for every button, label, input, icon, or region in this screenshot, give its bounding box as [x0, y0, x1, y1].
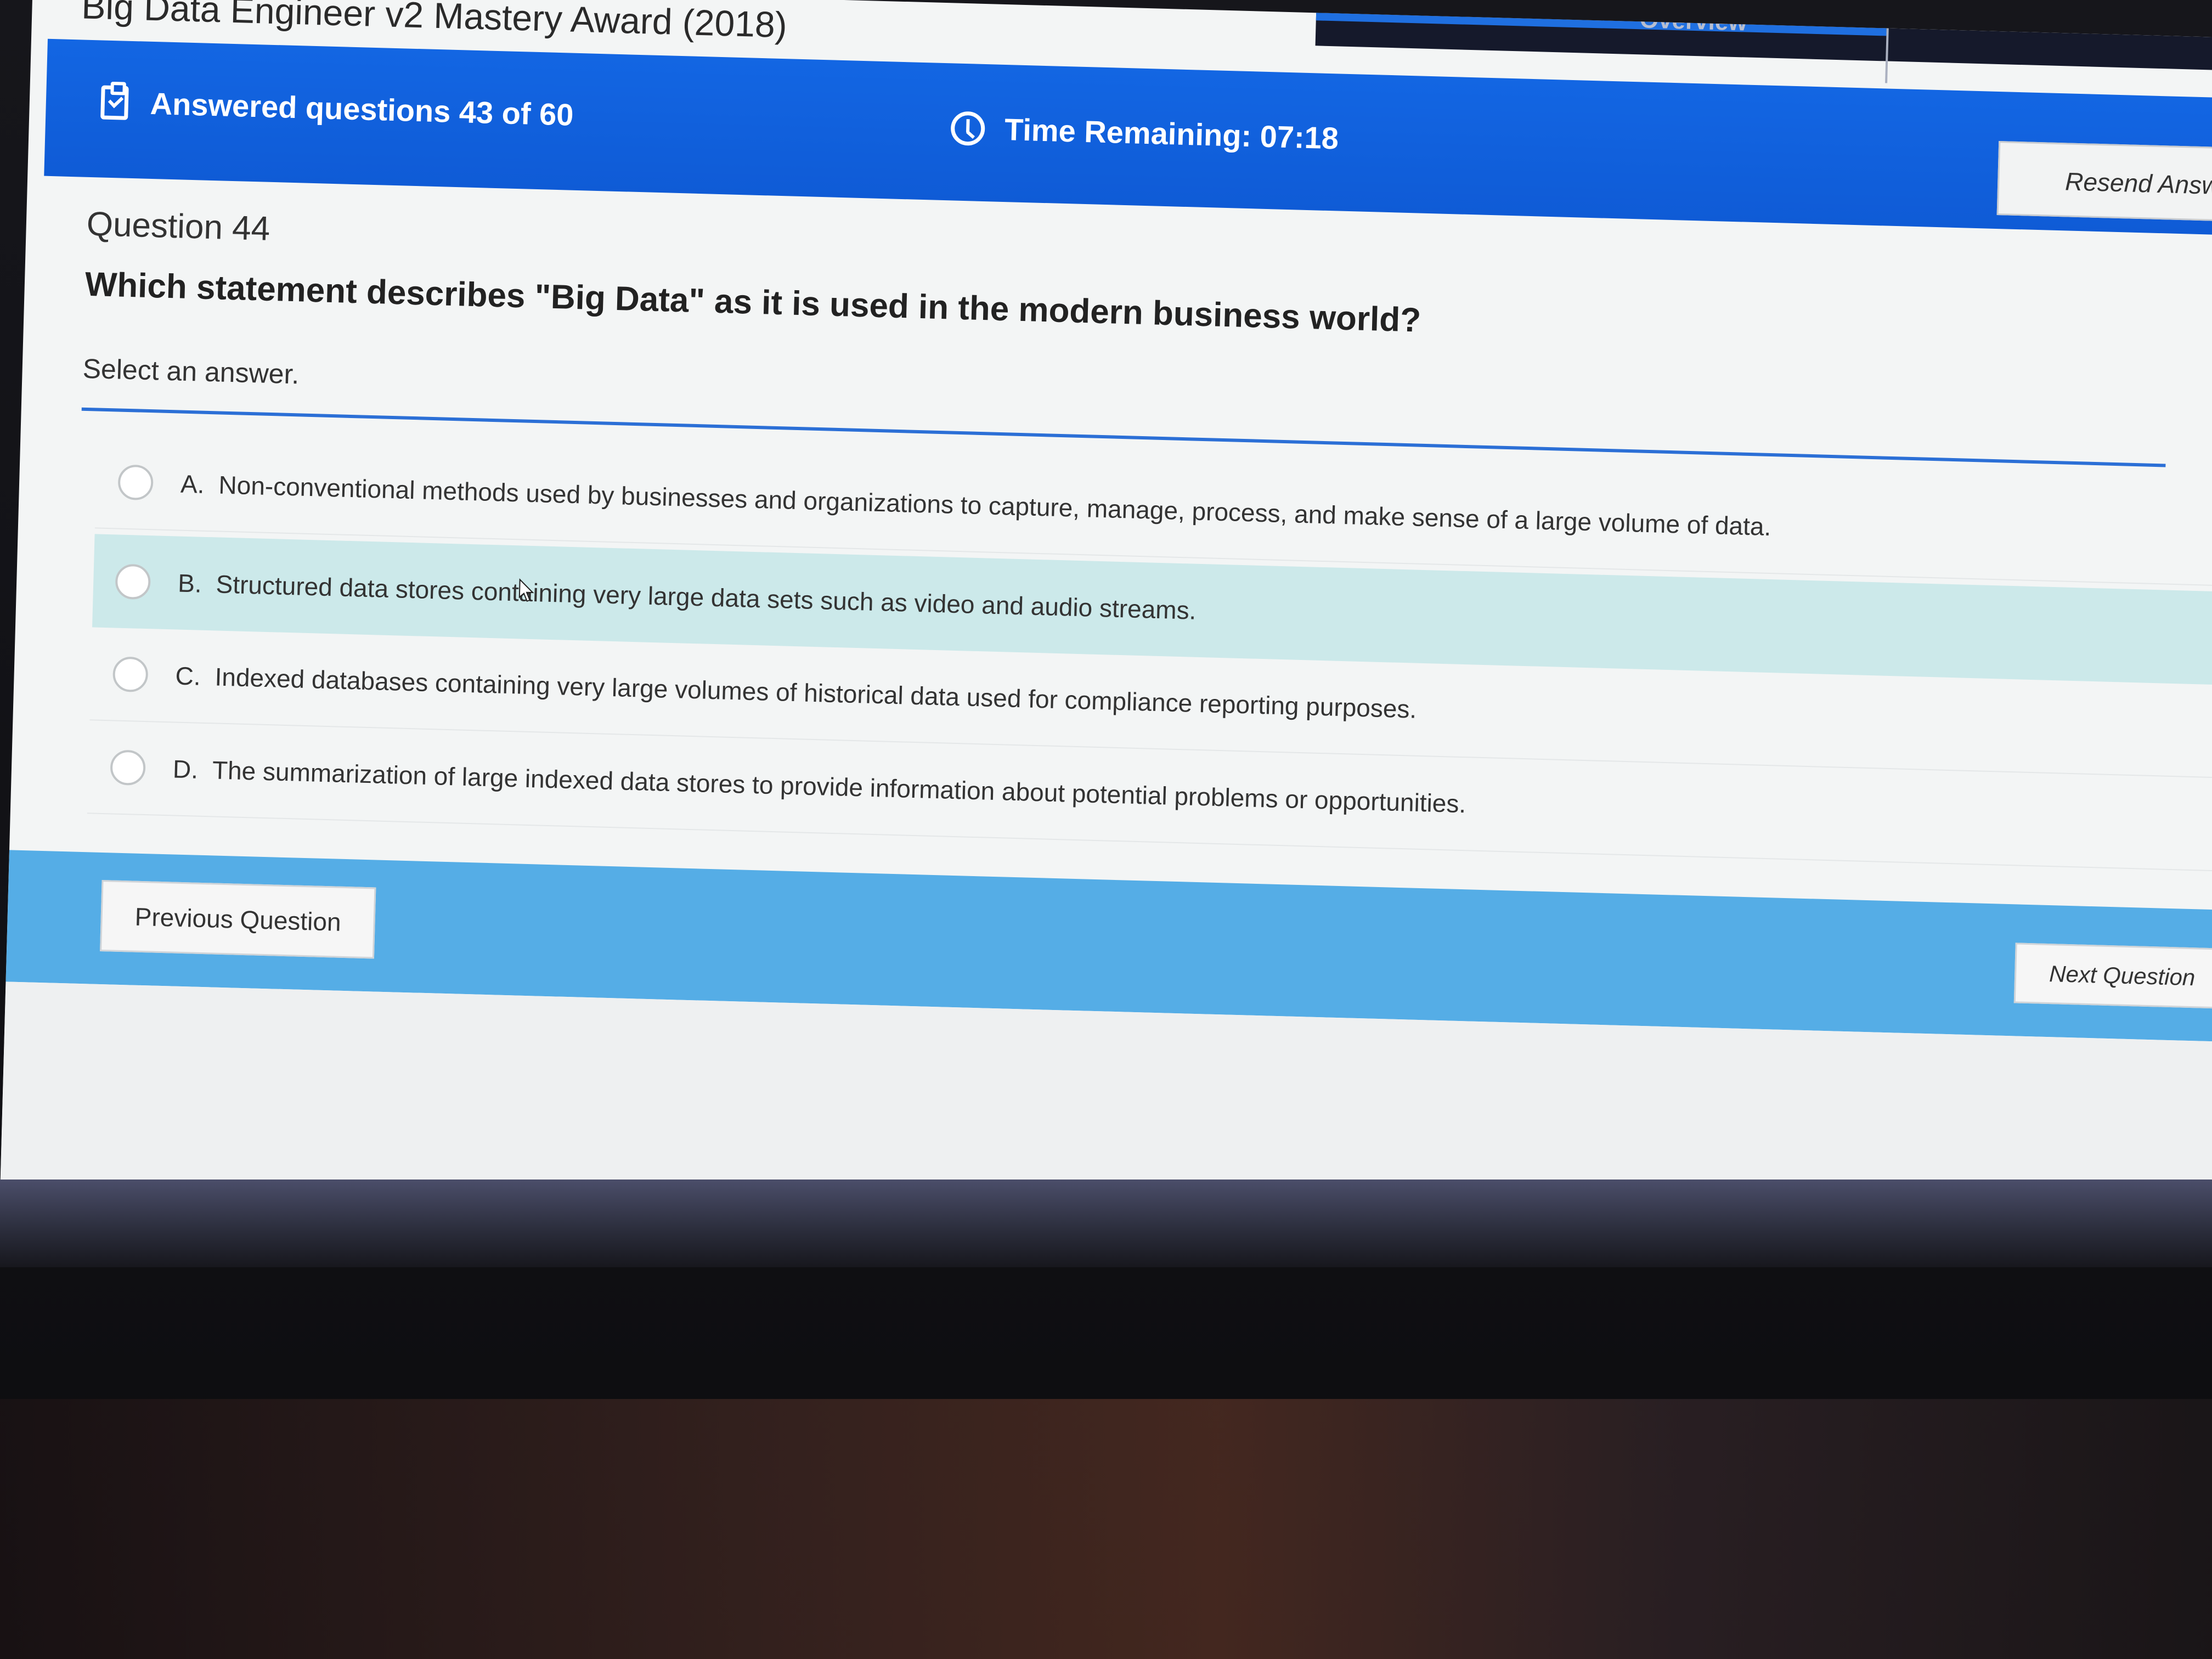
answer-text: The summarization of large indexed data … [212, 755, 1466, 819]
mouse-cursor-icon [518, 578, 534, 602]
nav-divider [1885, 28, 1889, 83]
question-number: Question 44 [86, 205, 271, 248]
clock-icon [950, 110, 986, 146]
course-title: Big Data Engineer v2 Mastery Award (2018… [81, 0, 788, 46]
answered-progress: Answered questions 43 of 60 [100, 84, 574, 132]
question-text: Which statement describes "Big Data" as … [84, 265, 1421, 340]
radio-button[interactable] [115, 563, 151, 600]
time-remaining: Time Remaining: 07:18 [950, 110, 1339, 156]
desk-surface [0, 1399, 2212, 1659]
radio-button[interactable] [117, 464, 154, 501]
top-navigation: Overview He [1315, 6, 2212, 83]
answer-letter: B. [177, 568, 202, 598]
answer-prompt: Select an answer. [82, 353, 300, 390]
answer-letter: D. [172, 754, 199, 784]
previous-question-button[interactable]: Previous Question [100, 879, 376, 959]
clipboard-check-icon [100, 84, 129, 120]
answer-text: Indexed databases containing very large … [214, 662, 1417, 724]
time-remaining-text: Time Remaining: 07:18 [1004, 112, 1339, 156]
answer-letter: C. [174, 661, 201, 691]
answered-count: Answered questions 43 of 60 [150, 86, 574, 132]
answer-text: Non-conventional methods used by busines… [218, 470, 1771, 541]
nav-active-indicator [1316, 13, 1887, 36]
answer-text: Structured data stores containing very l… [216, 569, 1197, 625]
radio-button[interactable] [110, 749, 146, 786]
nav-item-overview[interactable]: Overview [1639, 6, 1747, 36]
exam-screen: Overview He Big Data Engineer v2 Mastery… [0, 0, 2212, 1267]
radio-button[interactable] [112, 656, 149, 693]
resend-answers-button[interactable]: Resend Answ [1996, 141, 2212, 224]
photo-stage: Overview He Big Data Engineer v2 Mastery… [0, 0, 2212, 1659]
monitor-bezel [0, 1180, 2212, 1267]
next-question-button[interactable]: Next Question [2013, 943, 2212, 1009]
answer-letter: A. [180, 469, 205, 499]
